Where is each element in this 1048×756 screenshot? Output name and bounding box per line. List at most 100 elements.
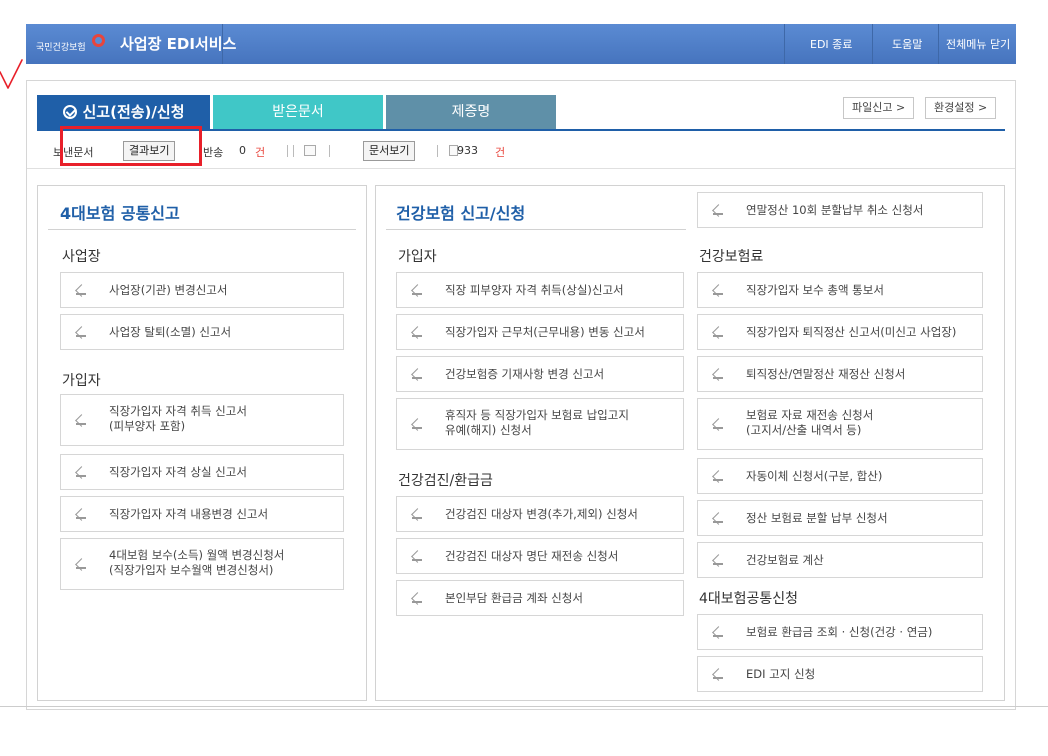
header-divider [938,24,939,64]
item-label: 건강검진 대상자 명단 재전송 신청서 [445,549,619,563]
item-label: 보험료 자료 재전송 신청서 (고지서/산출 내역서 등) [746,408,874,437]
list-item[interactable]: 직장가입자 퇴직정산 신고서(미신고 사업장) [697,314,983,350]
item-label: 퇴직정산/연말정산 재정산 신청서 [746,367,906,381]
list-item[interactable]: 직장가입자 자격 취득 신고서 (피부양자 포함) [60,394,344,446]
logo-mark-icon [92,34,105,47]
view-documents-button[interactable]: 문서보기 [363,141,416,161]
list-item[interactable]: 자동이체 신청서(구분, 합산) [697,458,983,494]
doc-edit-icon [75,284,88,298]
separator [437,145,438,157]
list-item[interactable]: 직장가입자 보수 총액 통보서 [697,272,983,308]
item-label: 직장가입자 자격 내용변경 신고서 [109,507,269,521]
group-title-subscriber: 가입자 [398,249,437,265]
health-insurance-section: 건강보험 신고/신청 연말정산 10회 분할납부 취소 신청서 가입자 직장 피… [375,185,1005,701]
item-label: 건강보험료 계산 [746,553,824,567]
list-item[interactable]: 정산 보험료 분할 납부 신청서 [697,500,983,536]
list-item[interactable]: EDI 고지 신청 [697,656,983,692]
list-item[interactable]: 휴직자 등 직장가입자 보험료 납입고지 유예(해지) 신청서 [396,398,684,450]
settings-button[interactable]: 환경설정 > [925,97,997,119]
doc-edit-icon [411,326,424,340]
group-title-premium: 건강보험료 [699,249,764,265]
list-item[interactable]: 연말정산 10회 분할납부 취소 신청서 [697,192,983,228]
doc-edit-icon [75,414,88,428]
list-item[interactable]: 퇴직정산/연말정산 재정산 신청서 [697,356,983,392]
separator [329,145,330,157]
doc-edit-icon [712,626,725,640]
list-item[interactable]: 직장가입자 근무처(근무내용) 변동 신고서 [396,314,684,350]
section-title: 건강보험 신고/신청 [396,204,526,223]
doc-edit-icon [411,550,424,564]
list-item[interactable]: 사업장 탈퇴(소멸) 신고서 [60,314,344,350]
item-label: 직장가입자 퇴직정산 신고서(미신고 사업장) [746,325,957,339]
doc-edit-icon [712,512,725,526]
list-item[interactable]: 본인부담 환급금 계좌 신청서 [396,580,684,616]
item-label: 자동이체 신청서(구분, 합산) [746,469,883,483]
item-label: 사업장(기관) 변경신고서 [109,283,228,297]
list-item[interactable]: 직장가입자 자격 내용변경 신고서 [60,496,344,532]
doc-edit-icon [712,368,725,382]
logo-text: 국민건강보험 [36,43,86,53]
tab-certificates[interactable]: 제증명 [386,95,556,129]
item-label: 보험료 환급금 조회 · 신청(건강 · 연금) [746,625,933,639]
group-title-checkup-refund: 건강검진/환급금 [398,473,493,489]
return-count: 0 [239,144,246,157]
doc-edit-icon [411,592,424,606]
section-divider [48,229,356,230]
tab-received-documents[interactable]: 받은문서 [213,95,383,129]
item-label: 건강검진 대상자 변경(추가,제외) 신청서 [445,507,638,521]
doc-edit-icon [712,554,725,568]
item-label: 직장가입자 자격 취득 신고서 (피부양자 포함) [109,404,247,433]
close-all-menu-link[interactable]: 전체메뉴 닫기 [946,36,1010,52]
doc-edit-icon [712,204,725,218]
list-item[interactable]: 사업장(기관) 변경신고서 [60,272,344,308]
envelope-check-icon[interactable] [304,145,316,156]
list-item[interactable]: 보험료 자료 재전송 신청서 (고지서/산출 내역서 등) [697,398,983,450]
group-title-common-application: 4대보험공통신청 [699,591,799,607]
list-item[interactable]: 건강검진 대상자 명단 재전송 신청서 [396,538,684,574]
doc-edit-icon [411,418,424,432]
separator [293,145,294,157]
group-title-workplace: 사업장 [62,249,101,265]
document-count: 933 [457,144,478,157]
header-divider [784,24,785,64]
doc-edit-icon [411,284,424,298]
list-item[interactable]: 직장 피부양자 자격 취득(상실)신고서 [396,272,684,308]
list-item[interactable]: 건강검진 대상자 변경(추가,제외) 신청서 [396,496,684,532]
doc-edit-icon [411,508,424,522]
edi-exit-link[interactable]: EDI 종료 [810,36,852,52]
doc-edit-icon [712,418,725,432]
list-item[interactable]: 보험료 환급금 조회 · 신청(건강 · 연금) [697,614,983,650]
item-label: 건강보험증 기재사항 변경 신고서 [445,367,605,381]
group-title-subscriber: 가입자 [62,373,101,389]
tab-label: 받은문서 [272,104,324,120]
item-label: 직장가입자 보수 총액 통보서 [746,283,884,297]
list-item[interactable]: 건강보험증 기재사항 변경 신고서 [396,356,684,392]
header-divider [872,24,873,64]
item-label: 본인부담 환급금 계좌 신청서 [445,591,583,605]
main-panel: 신고(전송)/신청 받은문서 제증명 파일신고 > 환경설정 > 보낸문서 결과… [26,80,1016,710]
item-label: 사업장 탈퇴(소멸) 신고서 [109,325,232,339]
return-count-unit: 건 [255,146,266,159]
item-label: 4대보험 보수(소득) 월액 변경신청서 (직장가입자 보수월액 변경신청서) [109,548,285,577]
doc-edit-icon [75,558,88,572]
list-item[interactable]: 4대보험 보수(소득) 월액 변경신청서 (직장가입자 보수월액 변경신청서) [60,538,344,590]
list-item[interactable]: 직장가입자 자격 상실 신고서 [60,454,344,490]
doc-edit-icon [75,508,88,522]
common-insurance-section: 4대보험 공통신고 사업장 사업장(기관) 변경신고서 사업장 탈퇴(소멸) 신… [37,185,367,701]
item-label: 직장가입자 근무처(근무내용) 변동 신고서 [445,325,645,339]
top-header-bar: 국민건강보험 사업장 EDI서비스 EDI 종료 도움말 전체메뉴 닫기 [26,24,1016,64]
item-label: 정산 보험료 분할 납부 신청서 [746,511,888,525]
list-item[interactable]: 건강보험료 계산 [697,542,983,578]
tab-label: 신고(전송)/신청 [82,103,185,121]
file-report-button[interactable]: 파일신고 > [843,97,915,119]
help-link[interactable]: 도움말 [892,36,922,52]
separator [287,145,288,157]
doc-edit-icon [712,668,725,682]
tab-report-submit[interactable]: 신고(전송)/신청 [37,95,210,129]
item-label: 직장 피부양자 자격 취득(상실)신고서 [445,283,624,297]
nhis-logo[interactable]: 국민건강보험 [36,34,112,54]
item-label: 직장가입자 자격 상실 신고서 [109,465,247,479]
item-label: 연말정산 10회 분할납부 취소 신청서 [746,203,924,217]
page-bottom-border [0,706,1048,707]
doc-edit-icon [712,326,725,340]
